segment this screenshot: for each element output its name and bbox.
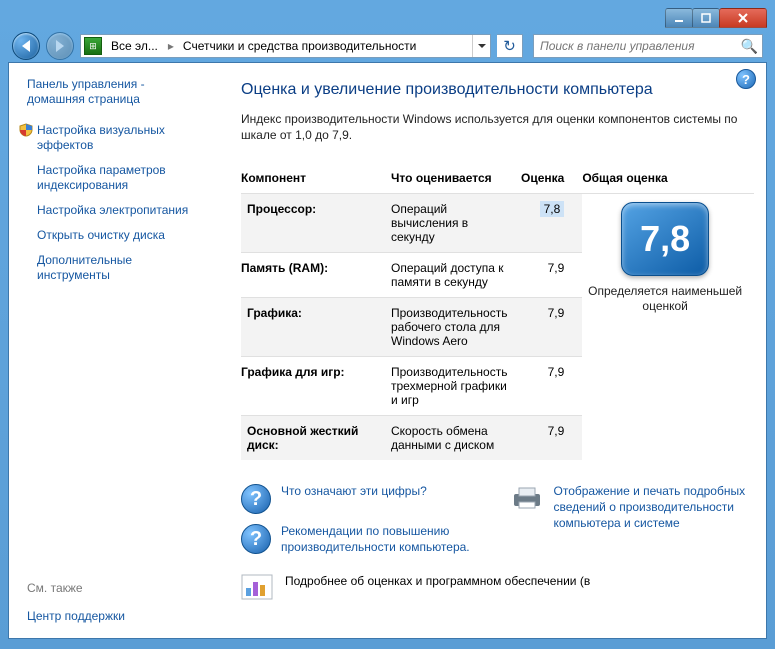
- breadcrumb-segment[interactable]: Все эл...: [105, 35, 165, 57]
- printer-icon: [510, 484, 544, 510]
- chart-icon: [241, 574, 273, 600]
- question-icon: ?: [241, 524, 271, 554]
- component-name: Память (RAM):: [241, 253, 391, 298]
- intro-text: Индекс производительности Windows исполь…: [241, 111, 754, 143]
- component-desc: Операций доступа к памяти в секунду: [391, 253, 521, 298]
- col-base: Общая оценка: [582, 165, 754, 194]
- arrow-left-icon: [22, 40, 30, 52]
- component-name: Графика для игр:: [241, 357, 391, 416]
- help-icon: ?: [742, 72, 750, 87]
- link-what-numbers-mean[interactable]: Что означают эти цифры?: [281, 484, 427, 500]
- component-desc: Операций вычисления в секунду: [391, 194, 521, 253]
- window-minimize-button[interactable]: [665, 8, 693, 28]
- page-title: Оценка и увеличение производительности к…: [241, 81, 754, 99]
- component-score: 7,9: [521, 298, 582, 357]
- nav-forward-button[interactable]: [46, 32, 74, 60]
- component-name: Графика:: [241, 298, 391, 357]
- component-score: 7,9: [521, 416, 582, 461]
- wei-scores-table: Компонент Что оценивается Оценка Общая о…: [241, 165, 754, 460]
- link-print-details[interactable]: Отображение и печать подробных сведений …: [554, 484, 755, 531]
- breadcrumb-segment[interactable]: Счетчики и средства производительности: [177, 35, 423, 57]
- refresh-button[interactable]: ↻: [497, 34, 523, 58]
- nav-back-button[interactable]: [12, 32, 40, 60]
- component-score: 7,9: [521, 253, 582, 298]
- chevron-down-icon: [478, 44, 486, 48]
- component-desc: Производительность трехмерной графики и …: [391, 357, 521, 416]
- component-desc: Производительность рабочего стола для Wi…: [391, 298, 521, 357]
- sidebar-link-disk-cleanup[interactable]: Открыть очистку диска: [19, 224, 201, 247]
- help-button[interactable]: ?: [736, 69, 756, 89]
- base-score-caption: Определяется наименьшей оценкой: [582, 284, 748, 314]
- search-box[interactable]: 🔍: [533, 34, 763, 58]
- breadcrumb-separator-icon: ▸: [165, 39, 177, 53]
- control-panel-home-link[interactable]: Панель управления - домашняя страница: [19, 73, 201, 117]
- search-input[interactable]: [538, 38, 741, 54]
- component-desc: Скорость обмена данными с диском: [391, 416, 521, 461]
- sidebar-link-visual-effects[interactable]: Настройка визуальных эффектов: [19, 119, 201, 157]
- base-score-tile: 7,8: [621, 202, 709, 276]
- link-more-about-scores[interactable]: Подробнее об оценках и программном обесп…: [285, 574, 590, 588]
- component-name: Основной жесткий диск:: [241, 416, 391, 461]
- component-score: 7,8: [521, 194, 582, 253]
- sidebar-link-label: Настройка визуальных эффектов: [37, 123, 165, 152]
- breadcrumb-dropdown-button[interactable]: [472, 35, 490, 57]
- col-component: Компонент: [241, 165, 391, 194]
- sidebar-link-power[interactable]: Настройка электропитания: [19, 199, 201, 222]
- sidebar-link-advanced-tools[interactable]: Дополнительные инструменты: [19, 249, 201, 287]
- sidebar-link-indexing[interactable]: Настройка параметров индексирования: [19, 159, 201, 197]
- shield-icon: [19, 123, 33, 137]
- base-score-cell: 7,8 Определяется наименьшей оценкой: [582, 194, 754, 461]
- col-what: Что оценивается: [391, 165, 521, 194]
- window-maximize-button[interactable]: [692, 8, 720, 28]
- question-icon: ?: [241, 484, 271, 514]
- control-panel-icon: ⊞: [84, 37, 102, 55]
- arrow-right-icon: [56, 40, 64, 52]
- link-performance-tips[interactable]: Рекомендации по повышению производительн…: [281, 524, 486, 555]
- component-name: Процессор:: [241, 194, 391, 253]
- refresh-icon: ↻: [503, 37, 516, 55]
- sidebar-link-action-center[interactable]: Центр поддержки: [19, 605, 201, 628]
- see-also-heading: См. также: [19, 577, 201, 603]
- component-score: 7,9: [521, 357, 582, 416]
- search-icon: 🔍: [741, 38, 758, 55]
- breadcrumb-bar[interactable]: ⊞ Все эл... ▸ Счетчики и средства произв…: [80, 34, 491, 58]
- window-close-button[interactable]: [719, 8, 767, 28]
- col-score: Оценка: [521, 165, 582, 194]
